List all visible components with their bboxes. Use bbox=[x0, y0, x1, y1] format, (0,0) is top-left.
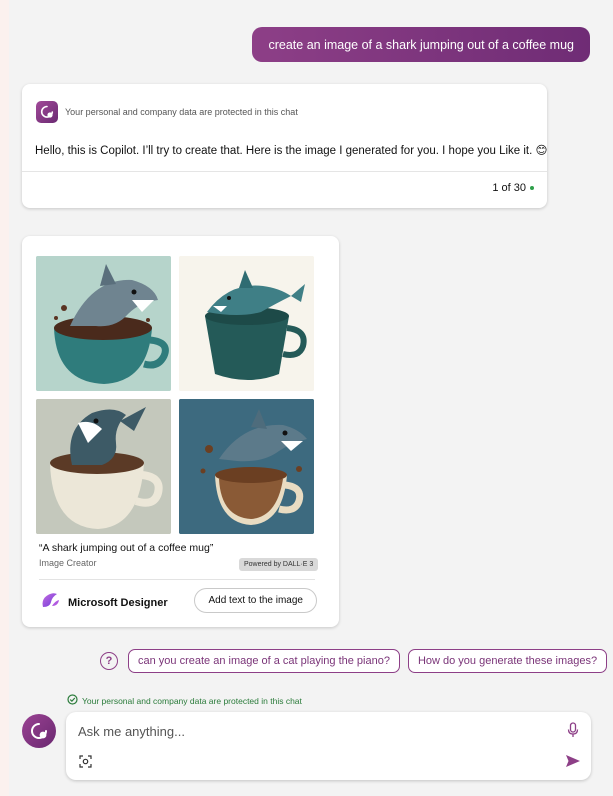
status-dot-icon bbox=[530, 186, 534, 190]
suggestions-row: ? can you create an image of a cat playi… bbox=[100, 649, 608, 673]
left-edge-strip bbox=[0, 0, 9, 796]
reply-text: Hello, this is Copilot. I’ll try to crea… bbox=[35, 145, 548, 157]
response-counter: 1 of 30 bbox=[492, 182, 534, 194]
generated-image-3[interactable] bbox=[36, 399, 171, 534]
user-message-bubble: create an image of a shark jumping out o… bbox=[252, 27, 590, 62]
image-creator-label: Image Creator bbox=[39, 558, 97, 568]
copilot-avatar[interactable] bbox=[22, 714, 56, 748]
image-result-card: “A shark jumping out of a coffee mug” Im… bbox=[22, 236, 339, 627]
suggestion-chip-how-generate[interactable]: How do you generate these images? bbox=[407, 649, 608, 673]
chat-input[interactable] bbox=[78, 720, 538, 742]
protection-row: Your personal and company data are prote… bbox=[36, 101, 298, 123]
powered-by-badge: Powered by DALL·E 3 bbox=[239, 558, 319, 571]
suggestion-chip-cat-piano[interactable]: can you create an image of a cat playing… bbox=[128, 649, 400, 673]
copilot-avatar-icon bbox=[36, 101, 58, 123]
microsoft-designer-logo-icon bbox=[39, 589, 61, 616]
generated-image-4[interactable] bbox=[179, 399, 314, 534]
send-icon[interactable] bbox=[565, 753, 581, 774]
composer-protection-text: Your personal and company data are prote… bbox=[82, 695, 302, 706]
add-text-button[interactable]: Add text to the image bbox=[194, 588, 317, 613]
visual-search-icon[interactable] bbox=[79, 755, 92, 773]
designer-label: Microsoft Designer bbox=[68, 596, 168, 609]
counter-text: 1 of 30 bbox=[492, 182, 526, 194]
generated-image-2[interactable] bbox=[179, 256, 314, 391]
copilot-reply-card: Your personal and company data are prote… bbox=[22, 84, 548, 208]
image-caption: “A shark jumping out of a coffee mug” bbox=[39, 542, 214, 554]
question-icon: ? bbox=[100, 652, 118, 670]
generated-image-1[interactable] bbox=[36, 256, 171, 391]
microphone-icon[interactable] bbox=[567, 722, 579, 743]
composer-box bbox=[66, 712, 591, 780]
divider bbox=[39, 579, 315, 580]
shield-check-icon bbox=[67, 694, 78, 707]
protection-note: Your personal and company data are prote… bbox=[65, 107, 298, 117]
composer-protection-note: Your personal and company data are prote… bbox=[67, 694, 302, 707]
divider bbox=[22, 171, 547, 172]
user-message-text: create an image of a shark jumping out o… bbox=[268, 37, 574, 52]
designer-row: Microsoft Designer bbox=[39, 589, 168, 616]
